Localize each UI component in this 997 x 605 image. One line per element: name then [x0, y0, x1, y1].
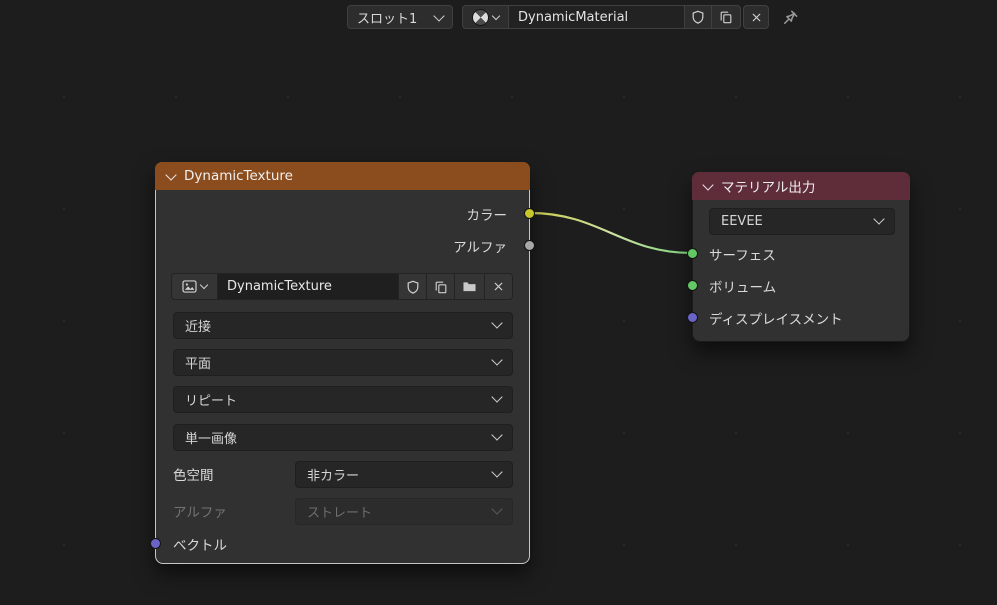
- engine-dropdown[interactable]: EEVEE: [709, 208, 895, 235]
- displacement-input-label: ディスプレイスメント: [709, 312, 843, 328]
- alpha-mode-dropdown[interactable]: ストレート: [295, 498, 513, 525]
- chevron-down-icon: [873, 213, 885, 225]
- slot-label: スロット1: [357, 11, 418, 27]
- projection-dropdown[interactable]: 平面: [173, 349, 513, 376]
- shield-icon: [407, 280, 418, 294]
- copy-icon: [720, 11, 732, 24]
- close-icon: [494, 282, 503, 291]
- projection-value: 平面: [185, 357, 212, 372]
- chevron-down-icon: [433, 9, 445, 22]
- material-name-field[interactable]: DynamicMaterial: [509, 5, 685, 29]
- material-browse-button[interactable]: [462, 5, 509, 29]
- image-name-text: DynamicTexture: [227, 279, 332, 294]
- interpolation-dropdown[interactable]: 近接: [173, 312, 513, 339]
- surface-input-label: サーフェス: [709, 248, 776, 264]
- image-fake-user-button[interactable]: [398, 273, 427, 300]
- output-row-alpha: アルファ: [453, 233, 507, 259]
- alpha-mode-value: ストレート: [307, 506, 373, 521]
- volume-input-label: ボリューム: [709, 280, 777, 296]
- image-open-button[interactable]: [454, 273, 485, 300]
- material-slot-dropdown[interactable]: スロット1: [347, 5, 453, 29]
- shield-icon: [692, 10, 704, 24]
- image-datablock-selector: DynamicTexture: [171, 273, 513, 300]
- fake-user-button[interactable]: [685, 5, 712, 29]
- colorspace-label: 色空間: [173, 468, 214, 484]
- image-icon: [182, 280, 197, 293]
- extension-value: リピート: [185, 394, 238, 409]
- material-output-node[interactable]: マテリアル出力 EEVEE サーフェス ボリューム ディスプレイスメント: [687, 172, 910, 342]
- pin-toggle[interactable]: [782, 9, 799, 26]
- close-icon: [752, 13, 760, 21]
- chevron-down-icon: [199, 280, 209, 290]
- socket-output-alpha[interactable]: [524, 240, 535, 251]
- link-color-to-surface: [529, 211, 693, 255]
- texture-node-header[interactable]: DynamicTexture: [155, 162, 530, 190]
- material-header-bar: スロット1 DynamicMaterial: [347, 5, 799, 29]
- chevron-down-icon: [491, 503, 503, 515]
- texture-node-title: DynamicTexture: [184, 168, 293, 184]
- colorspace-value: 非カラー: [307, 469, 360, 484]
- folder-icon: [463, 282, 476, 292]
- extension-dropdown[interactable]: リピート: [173, 386, 513, 413]
- socket-input-vector[interactable]: [150, 538, 161, 549]
- pin-icon: [784, 10, 798, 24]
- vector-input-label: ベクトル: [173, 538, 227, 554]
- image-texture-node[interactable]: DynamicTexture カラー アルファ DynamicTexture 近…: [150, 162, 535, 564]
- input-row-displacement: ディスプレイスメント: [709, 305, 843, 331]
- source-dropdown[interactable]: 単一画像: [173, 424, 513, 451]
- socket-output-color[interactable]: [524, 208, 535, 219]
- new-material-button[interactable]: [712, 5, 741, 29]
- socket-input-surface[interactable]: [687, 248, 698, 259]
- chevron-down-icon: [491, 354, 503, 366]
- output-row-color: カラー: [467, 201, 508, 227]
- image-unlink-button[interactable]: [484, 273, 513, 300]
- alpha-mode-label: アルファ: [173, 505, 227, 521]
- chevron-down-icon: [491, 317, 503, 329]
- output-node-title: マテリアル出力: [721, 180, 816, 196]
- chevron-down-icon: [491, 429, 503, 441]
- material-preview-icon: [472, 8, 489, 26]
- engine-value: EEVEE: [721, 214, 763, 229]
- chevron-down-icon: [491, 11, 501, 20]
- output-color-label: カラー: [466, 208, 508, 224]
- interpolation-value: 近接: [185, 320, 212, 335]
- material-selector-group: DynamicMaterial: [462, 5, 741, 29]
- input-row-vector: ベクトル: [173, 531, 227, 557]
- input-row-surface: サーフェス: [709, 241, 776, 267]
- input-row-volume: ボリューム: [709, 273, 776, 299]
- image-browse-button[interactable]: [171, 273, 218, 300]
- output-alpha-label: アルファ: [453, 240, 507, 256]
- copy-icon: [435, 281, 446, 293]
- chevron-down-icon: [491, 466, 503, 478]
- collapse-chevron-icon[interactable]: [702, 178, 714, 191]
- collapse-chevron-icon[interactable]: [165, 168, 177, 181]
- image-new-button[interactable]: [426, 273, 455, 300]
- chevron-down-icon: [491, 391, 503, 403]
- unlink-material-button[interactable]: [743, 5, 769, 29]
- source-value: 単一画像: [185, 432, 238, 447]
- socket-input-volume[interactable]: [687, 280, 698, 291]
- node-editor-canvas[interactable]: スロット1 DynamicMaterial DynamicTexture カラー…: [0, 0, 997, 605]
- image-name-field[interactable]: DynamicTexture: [217, 273, 399, 300]
- output-node-header[interactable]: マテリアル出力: [692, 172, 910, 200]
- socket-input-displacement[interactable]: [687, 312, 698, 323]
- material-name-text: DynamicMaterial: [518, 9, 629, 25]
- colorspace-dropdown[interactable]: 非カラー: [295, 461, 513, 488]
